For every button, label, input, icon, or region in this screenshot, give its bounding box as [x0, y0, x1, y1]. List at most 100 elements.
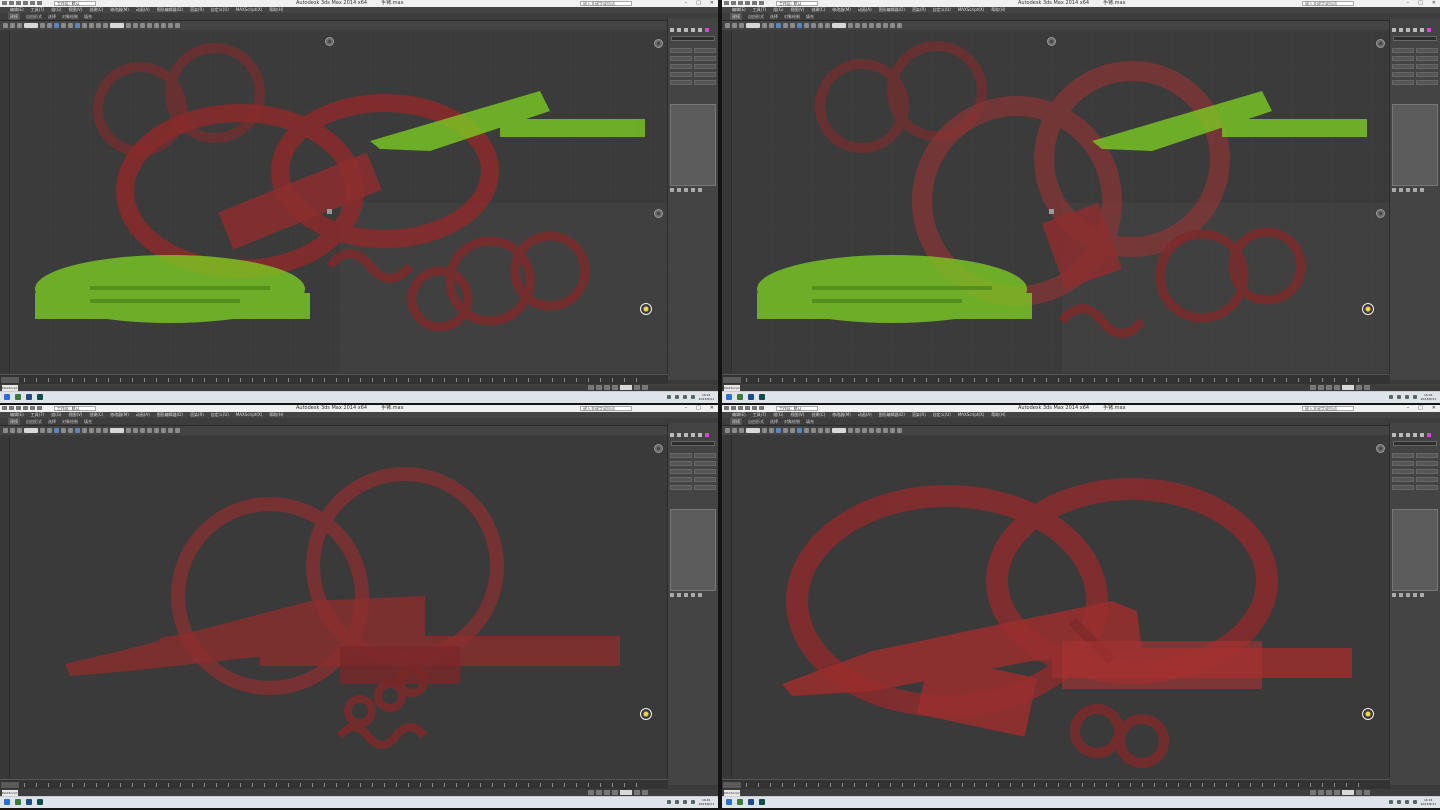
- time-slider-handle[interactable]: [1, 782, 19, 788]
- minimize-button[interactable]: –: [685, 0, 688, 7]
- tab-populate[interactable]: 填充: [806, 418, 814, 425]
- command-panel-tabs[interactable]: [1392, 433, 1431, 437]
- search-input[interactable]: 键入关键字或短语: [1302, 406, 1354, 411]
- tab-selection[interactable]: 选择: [770, 13, 778, 20]
- playback-controls[interactable]: [1310, 790, 1370, 795]
- modifier-stack[interactable]: [1392, 509, 1438, 591]
- viewcube-icon[interactable]: [654, 444, 663, 453]
- modifier-list-dropdown[interactable]: [671, 36, 715, 41]
- viewcube-icon[interactable]: [1376, 39, 1385, 48]
- tab-modeling[interactable]: 建模: [730, 13, 742, 20]
- 3dsmax-icon[interactable]: [759, 799, 765, 805]
- modifier-list-dropdown[interactable]: [1393, 441, 1437, 446]
- minimize-button[interactable]: –: [685, 405, 688, 412]
- maximize-button[interactable]: □: [1418, 405, 1423, 412]
- tab-object-paint[interactable]: 对象绘制: [62, 418, 78, 425]
- minimize-button[interactable]: –: [1407, 405, 1410, 412]
- viewport[interactable]: [10, 31, 669, 373]
- tab-object-paint[interactable]: 对象绘制: [784, 13, 800, 20]
- tab-object-paint[interactable]: 对象绘制: [784, 418, 800, 425]
- modifier-list-dropdown[interactable]: [671, 441, 715, 446]
- quick-access-toolbar[interactable]: [724, 1, 764, 5]
- playback-controls[interactable]: [588, 790, 648, 795]
- viewcube-icon[interactable]: [1047, 37, 1056, 46]
- time-slider-handle[interactable]: [723, 782, 741, 788]
- search-input[interactable]: 键入关键字或短语: [580, 1, 632, 6]
- tab-populate[interactable]: 填充: [84, 13, 92, 20]
- tab-freeform[interactable]: 自由形式: [26, 418, 42, 425]
- start-icon[interactable]: [4, 394, 10, 400]
- tab-freeform[interactable]: 自由形式: [748, 418, 764, 425]
- tab-selection[interactable]: 选择: [48, 418, 56, 425]
- tab-selection[interactable]: 选择: [48, 13, 56, 20]
- viewcube-icon[interactable]: [1376, 444, 1385, 453]
- maximize-viewport-icon[interactable]: [1049, 209, 1054, 214]
- time-slider-handle[interactable]: [1, 377, 19, 383]
- navigation-wheel-icon[interactable]: [1362, 708, 1374, 720]
- viewport[interactable]: [10, 436, 669, 778]
- viewcube-icon[interactable]: [325, 37, 334, 46]
- command-panel-tabs[interactable]: [670, 433, 709, 437]
- stack-buttons[interactable]: [670, 188, 702, 192]
- start-icon[interactable]: [4, 799, 10, 805]
- app-icon[interactable]: [748, 394, 754, 400]
- search-input[interactable]: 键入关键字或短语: [1302, 1, 1354, 6]
- tab-populate[interactable]: 填充: [806, 13, 814, 20]
- app-icon[interactable]: [748, 799, 754, 805]
- close-button[interactable]: ✕: [710, 0, 714, 7]
- quick-access-toolbar[interactable]: [2, 1, 42, 5]
- viewcube-icon[interactable]: [654, 209, 663, 218]
- tab-modeling[interactable]: 建模: [8, 418, 20, 425]
- maximize-button[interactable]: □: [696, 405, 701, 412]
- modifier-stack[interactable]: [1392, 104, 1438, 186]
- viewport[interactable]: [732, 31, 1391, 373]
- modifier-stack[interactable]: [670, 509, 716, 591]
- tab-modeling[interactable]: 建模: [8, 13, 20, 20]
- app-icon[interactable]: [15, 799, 21, 805]
- maximize-button[interactable]: □: [696, 0, 701, 7]
- workspace-dropdown[interactable]: 工作区: 默认: [776, 406, 818, 411]
- tab-object-paint[interactable]: 对象绘制: [62, 13, 78, 20]
- viewport[interactable]: [732, 436, 1391, 778]
- 3dsmax-icon[interactable]: [759, 394, 765, 400]
- start-icon[interactable]: [726, 799, 732, 805]
- stack-buttons[interactable]: [1392, 188, 1424, 192]
- modifier-stack[interactable]: [670, 104, 716, 186]
- app-icon[interactable]: [737, 799, 743, 805]
- tab-freeform[interactable]: 自由形式: [26, 13, 42, 20]
- quick-access-toolbar[interactable]: [2, 406, 42, 410]
- workspace-dropdown[interactable]: 工作区: 默认: [54, 1, 96, 6]
- 3dsmax-icon[interactable]: [37, 394, 43, 400]
- minimize-button[interactable]: –: [1407, 0, 1410, 7]
- viewcube-icon[interactable]: [654, 39, 663, 48]
- app-icon[interactable]: [737, 394, 743, 400]
- close-button[interactable]: ✕: [1432, 0, 1436, 7]
- navigation-wheel-icon[interactable]: [640, 303, 652, 315]
- playback-controls[interactable]: [588, 385, 648, 390]
- tab-modeling[interactable]: 建模: [730, 418, 742, 425]
- close-button[interactable]: ✕: [1432, 405, 1436, 412]
- navigation-wheel-icon[interactable]: [1362, 303, 1374, 315]
- command-panel-tabs[interactable]: [1392, 28, 1431, 32]
- command-panel-tabs[interactable]: [670, 28, 709, 32]
- viewcube-icon[interactable]: [1376, 209, 1385, 218]
- tab-populate[interactable]: 填充: [84, 418, 92, 425]
- quick-access-toolbar[interactable]: [724, 406, 764, 410]
- close-button[interactable]: ✕: [710, 405, 714, 412]
- tab-freeform[interactable]: 自由形式: [748, 13, 764, 20]
- maximize-button[interactable]: □: [1418, 0, 1423, 7]
- playback-controls[interactable]: [1310, 385, 1370, 390]
- stack-buttons[interactable]: [1392, 593, 1424, 597]
- modifier-list-dropdown[interactable]: [1393, 36, 1437, 41]
- app-icon[interactable]: [26, 799, 32, 805]
- navigation-wheel-icon[interactable]: [640, 708, 652, 720]
- search-input[interactable]: 键入关键字或短语: [580, 406, 632, 411]
- app-icon[interactable]: [26, 394, 32, 400]
- workspace-dropdown[interactable]: 工作区: 默认: [54, 406, 96, 411]
- maximize-viewport-icon[interactable]: [327, 209, 332, 214]
- time-slider-handle[interactable]: [723, 377, 741, 383]
- 3dsmax-icon[interactable]: [37, 799, 43, 805]
- workspace-dropdown[interactable]: 工作区: 默认: [776, 1, 818, 6]
- start-icon[interactable]: [726, 394, 732, 400]
- tab-selection[interactable]: 选择: [770, 418, 778, 425]
